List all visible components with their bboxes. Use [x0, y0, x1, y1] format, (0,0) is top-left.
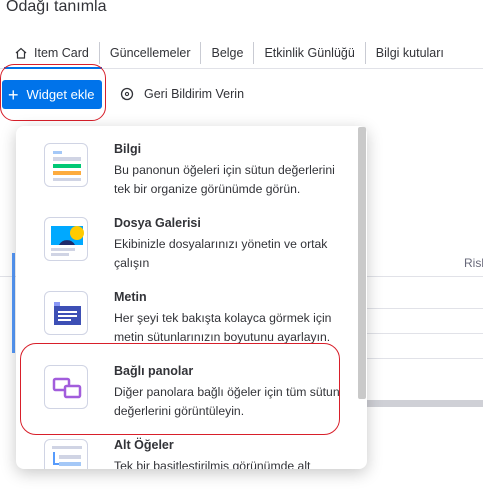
menu-item-title: Metin: [114, 290, 147, 304]
divider: [360, 358, 483, 359]
tab-bar: Item Card Güncellemeler Belge Etkinlik G…: [0, 40, 483, 65]
menu-item-dosya-galerisi[interactable]: Dosya Galerisi Ekibinizle dosyalarınızı …: [16, 200, 356, 274]
menu-item-title: Bilgi: [114, 142, 142, 156]
tab-label: Item Card: [34, 45, 89, 60]
divider: [360, 308, 483, 309]
menu-item-description: Bu panonun öğeleri için sütun değerlerin…: [114, 163, 335, 196]
home-icon: [15, 47, 27, 59]
tab-label: Bilgi kutuları: [375, 45, 444, 60]
menu-item-title: Dosya Galerisi: [114, 216, 201, 230]
menu-item-description: Ekibinizle dosyalarınızı yönetin ve orta…: [114, 237, 328, 270]
subitems-icon: [44, 439, 88, 469]
feedback-icon: [120, 87, 134, 101]
page-title: Odağı tanımla: [6, 0, 107, 15]
give-feedback-button[interactable]: Geri Bildirim Verin: [120, 87, 244, 101]
divider: [360, 333, 483, 334]
tab-item-card[interactable]: Item Card: [0, 41, 100, 64]
menu-item-bilgi[interactable]: Bilgi Bu panonun öğeleri için sütun değe…: [16, 126, 356, 200]
highlight-ring-connected-boards: [20, 343, 340, 435]
file-gallery-icon: [44, 217, 88, 261]
tab-bilgi-kutulari[interactable]: Bilgi kutuları: [366, 42, 454, 64]
highlight-ring-widget-button: [0, 64, 106, 121]
group-color-bar: [12, 253, 15, 353]
tab-label: Etkinlik Günlüğü: [264, 45, 355, 60]
tab-label: Belge: [211, 45, 244, 60]
tab-etkinlik-gunlugu[interactable]: Etkinlik Günlüğü: [254, 41, 366, 64]
menu-item-metin[interactable]: Metin Her şeyi tek bakışta kolayca görme…: [16, 274, 356, 348]
menu-item-description: Her şeyi tek bakışta kolayca görmek için…: [114, 311, 332, 344]
menu-item-description: Tek bir basitleştirilmiş görünümde alt: [114, 459, 311, 469]
tab-guncellemeler[interactable]: Güncellemeler: [100, 41, 202, 64]
feedback-label: Geri Bildirim Verin: [144, 87, 245, 101]
menu-scrollbar[interactable]: [358, 127, 366, 399]
horizontal-scrollbar[interactable]: [360, 400, 483, 407]
tab-belge[interactable]: Belge: [201, 41, 255, 64]
info-widget-icon: [44, 143, 88, 187]
menu-item-title: Alt Öğeler: [114, 438, 174, 452]
column-header-risk: Risk: [464, 256, 483, 270]
tab-label: Güncellemeler: [109, 45, 191, 60]
text-widget-icon: [44, 291, 88, 335]
